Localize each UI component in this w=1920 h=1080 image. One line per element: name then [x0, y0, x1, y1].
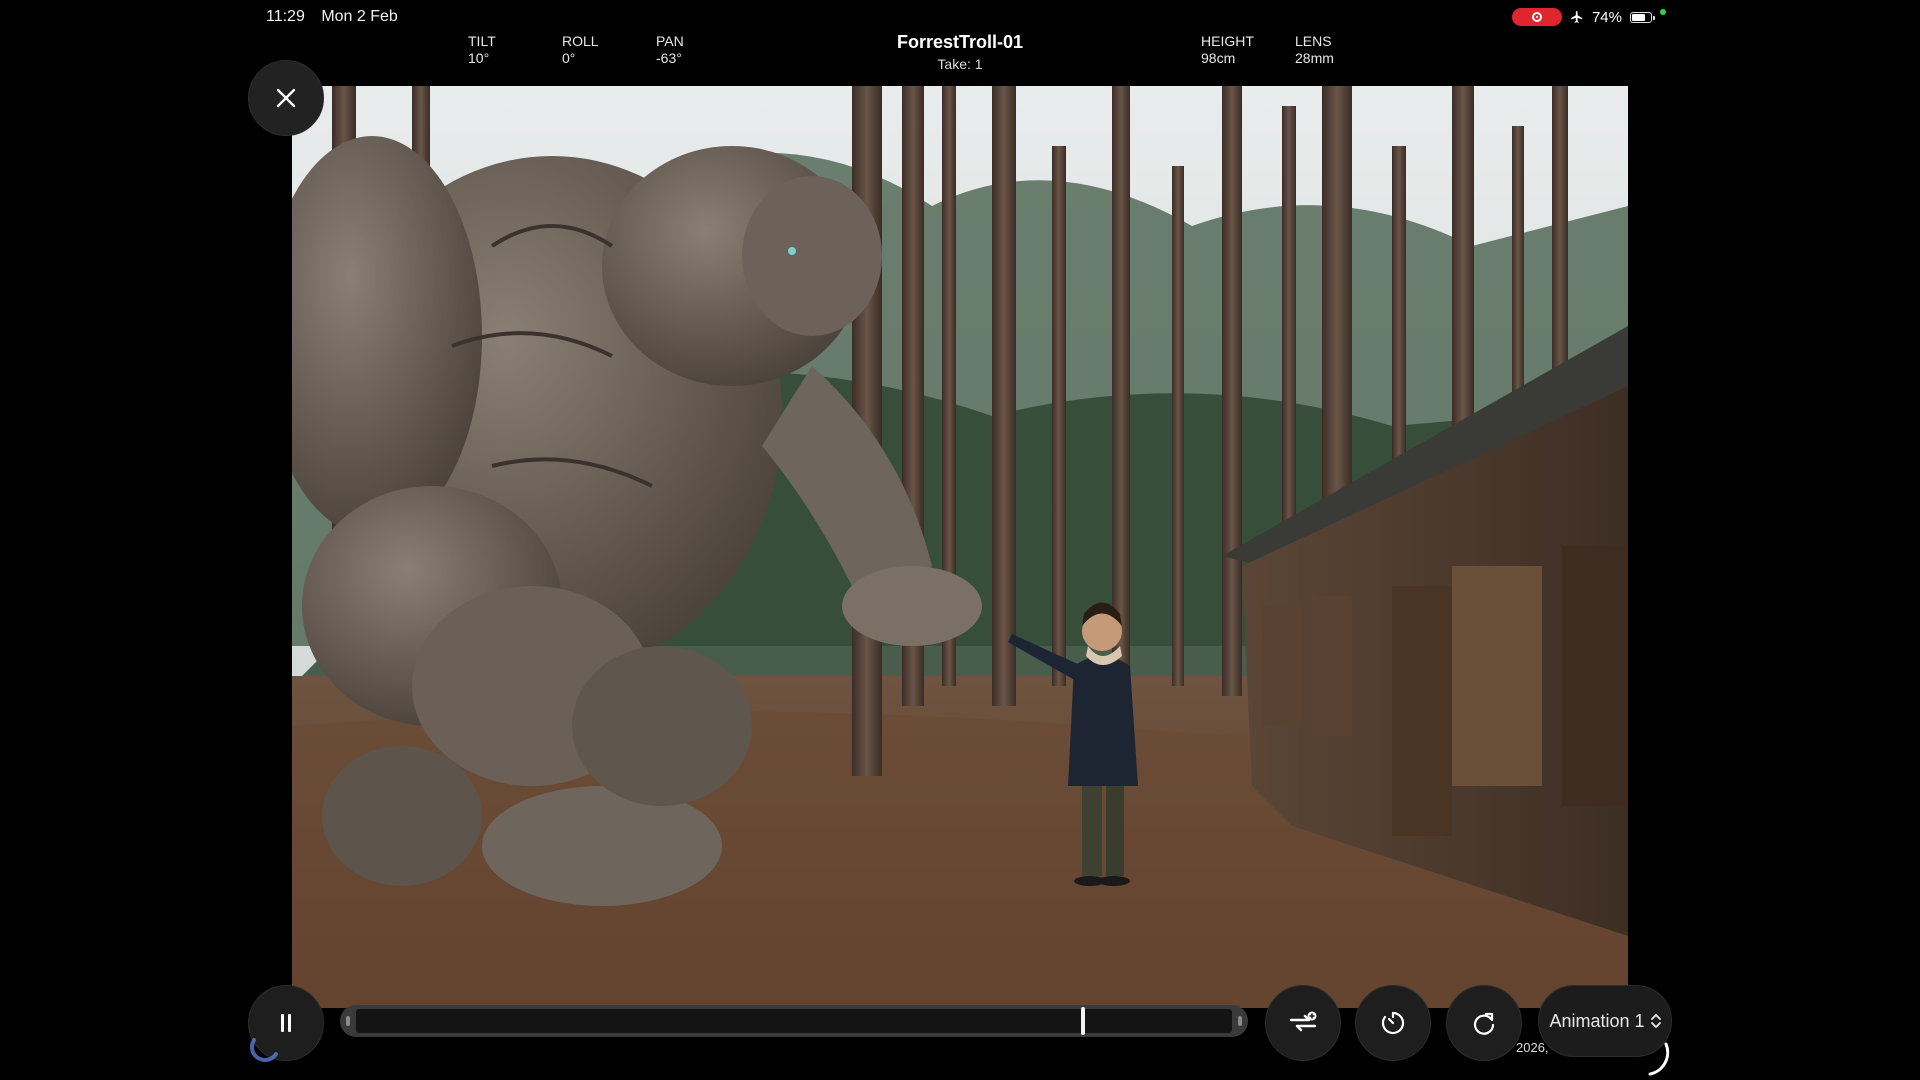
shot-title-block: ForrestTroll-01 Take: 1 — [860, 32, 1060, 72]
height-label: HEIGHT — [1201, 33, 1254, 49]
pan-label: PAN — [656, 33, 684, 49]
tilt-label: TILT — [468, 33, 496, 49]
close-button[interactable] — [248, 60, 324, 136]
timeline-scrubber[interactable] — [340, 1005, 1248, 1037]
status-date: Mon 2 Feb — [321, 8, 398, 25]
timer-button[interactable] — [1355, 985, 1431, 1061]
battery-icon — [1630, 11, 1655, 23]
date-fragment: 2026, — [1516, 1040, 1549, 1055]
status-bar-left: 11:29 Mon 2 Feb — [266, 8, 398, 26]
lens-readout: LENS 28mm — [1295, 33, 1334, 67]
timeline-start-handle[interactable] — [346, 1016, 350, 1026]
pan-value: -63° — [656, 50, 682, 66]
timeline-track[interactable] — [356, 1009, 1232, 1033]
pan-readout: PAN -63° — [656, 33, 684, 67]
close-icon — [276, 88, 296, 108]
lens-value: 28mm — [1295, 50, 1334, 66]
mic-indicator-dot — [1660, 9, 1666, 15]
status-bar-right: 74% — [1511, 8, 1666, 26]
loading-indicator-icon — [250, 1038, 278, 1062]
chevron-up-down-icon — [1650, 1014, 1661, 1028]
swap-add-button[interactable] — [1265, 985, 1341, 1061]
roll-label: ROLL — [562, 33, 599, 49]
pause-icon — [281, 1014, 291, 1032]
lens-label: LENS — [1295, 33, 1332, 49]
shot-title: ForrestTroll-01 — [896, 32, 1024, 52]
timeline-end-handle[interactable] — [1238, 1016, 1242, 1026]
timeline-playhead[interactable] — [1081, 1007, 1086, 1035]
record-icon — [1531, 12, 1542, 22]
rotate-icon — [1473, 1012, 1495, 1035]
camera-viewport[interactable] — [292, 86, 1628, 1008]
screen-recording-indicator[interactable] — [1511, 8, 1562, 26]
tilt-value: 10° — [468, 50, 490, 66]
animation-label: Animation 1 — [1549, 1010, 1645, 1031]
tilt-readout: TILT 10° — [468, 33, 496, 67]
status-time: 11:29 — [266, 8, 305, 25]
roll-value: 0° — [562, 50, 576, 66]
timer-icon — [1381, 1011, 1405, 1035]
airplane-icon — [1571, 11, 1583, 23]
battery-percent: 74% — [1591, 8, 1622, 26]
corner-arc-icon — [1648, 1042, 1670, 1076]
replay-button[interactable] — [1446, 985, 1522, 1061]
height-readout: HEIGHT 98cm — [1201, 33, 1254, 67]
height-value: 98cm — [1201, 50, 1236, 66]
swap-add-icon — [1289, 1011, 1317, 1032]
roll-readout: ROLL 0° — [562, 33, 599, 67]
scene-image — [292, 86, 1628, 1008]
take-number: Take: 1 — [937, 56, 983, 72]
